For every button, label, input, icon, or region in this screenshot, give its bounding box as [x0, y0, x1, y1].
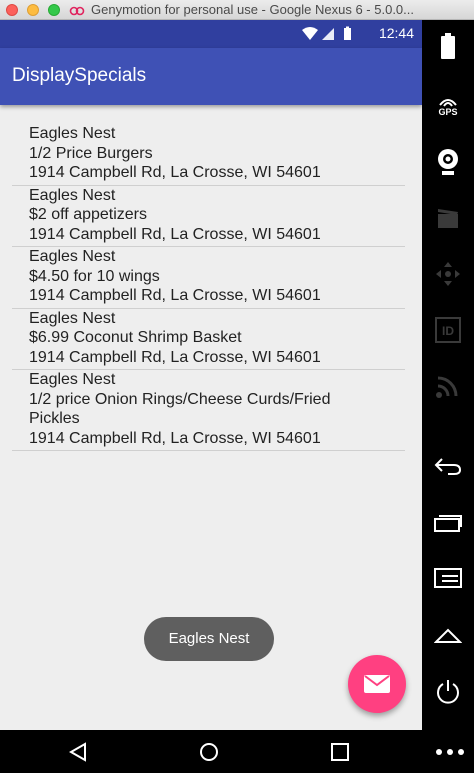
screencast-widget-button[interactable] — [422, 198, 474, 238]
back-triangle-icon — [69, 742, 86, 762]
home-icon — [434, 628, 462, 643]
nav-back-button[interactable] — [58, 737, 98, 767]
power-icon — [437, 680, 459, 704]
specials-list: Eagles Nest 1/2 Price Burgers 1914 Campb… — [12, 124, 405, 451]
list-item[interactable]: Eagles Nest $4.50 for 10 wings 1914 Camp… — [12, 247, 405, 309]
clapperboard-icon — [438, 209, 458, 228]
restaurant-address: 1914 Campbell Rd, La Crosse, WI 54601 — [29, 429, 321, 447]
more-options-button[interactable] — [430, 737, 470, 767]
app-title: DisplaySpecials — [12, 65, 147, 86]
genymotion-logo-icon — [69, 6, 85, 16]
home-button[interactable] — [422, 616, 474, 656]
home-circle-icon — [200, 743, 218, 761]
minimize-window-button[interactable] — [27, 4, 39, 16]
nav-home-button[interactable] — [189, 737, 229, 767]
recent-apps-icon — [434, 515, 462, 532]
back-button[interactable] — [422, 446, 474, 486]
power-button[interactable] — [422, 672, 474, 712]
restaurant-address: 1914 Campbell Rd, La Crosse, WI 54601 — [29, 225, 321, 243]
restaurant-name: Eagles Nest — [29, 125, 116, 142]
battery-icon — [441, 33, 455, 59]
window-title-bar: Genymotion for personal use - Google Nex… — [0, 0, 474, 20]
restaurant-name: Eagles Nest — [29, 371, 116, 388]
menu-icon — [434, 568, 462, 588]
emulator-toolbar: GPS ID — [422, 20, 474, 730]
restaurant-name: Eagles Nest — [29, 186, 116, 204]
remote-control-widget-button[interactable] — [422, 254, 474, 294]
svg-text:ID: ID — [442, 324, 454, 338]
restaurant-address: 1914 Campbell Rd, La Crosse, WI 54601 — [29, 164, 321, 181]
special-description: $6.99 Coconut Shrimp Basket — [29, 329, 242, 346]
toast-message: Eagles Nest — [144, 617, 274, 661]
list-item[interactable]: Eagles Nest 1/2 price Onion Rings/Cheese… — [12, 370, 405, 451]
device-screen: 12:44 DisplaySpecials Eagles Nest 1/2 Pr… — [0, 20, 422, 730]
cell-signal-icon — [322, 28, 334, 40]
list-item[interactable]: Eagles Nest $6.99 Coconut Shrimp Basket … — [12, 309, 405, 370]
status-icons — [302, 26, 351, 40]
list-item[interactable]: Eagles Nest $2 off appetizers 1914 Campb… — [12, 186, 405, 247]
window-title: Genymotion for personal use - Google Nex… — [91, 2, 415, 17]
maximize-window-button[interactable] — [48, 4, 60, 16]
list-item[interactable]: Eagles Nest 1/2 Price Burgers 1914 Campb… — [12, 124, 405, 186]
email-fab-button[interactable] — [348, 655, 406, 713]
restaurant-address: 1914 Campbell Rd, La Crosse, WI 54601 — [29, 287, 321, 304]
app-bar: DisplaySpecials — [0, 48, 422, 105]
battery-widget-button[interactable] — [422, 26, 474, 66]
status-time: 12:44 — [378, 25, 414, 41]
more-dots-icon — [436, 749, 464, 755]
recents-square-icon — [331, 743, 349, 761]
special-description: $4.50 for 10 wings — [29, 267, 160, 285]
webcam-icon — [438, 149, 458, 175]
battery-icon — [344, 26, 351, 40]
dpad-icon — [436, 262, 460, 286]
menu-button[interactable] — [422, 558, 474, 598]
gps-widget-button[interactable]: GPS — [422, 86, 474, 126]
special-description: $2 off appetizers — [29, 206, 148, 223]
back-arrow-icon — [434, 458, 462, 475]
restaurant-address: 1914 Campbell Rd, La Crosse, WI 54601 — [29, 348, 321, 366]
gps-icon — [439, 99, 457, 107]
restaurant-name: Eagles Nest — [29, 309, 116, 327]
nav-recents-button[interactable] — [320, 737, 360, 767]
rss-signal-icon — [436, 376, 458, 398]
special-description: 1/2 Price Burgers — [29, 144, 153, 162]
recent-apps-button[interactable] — [422, 502, 474, 542]
network-widget-button[interactable] — [422, 366, 474, 406]
navigation-bar — [0, 730, 474, 773]
restaurant-name: Eagles Nest — [29, 248, 116, 265]
status-bar: 12:44 — [0, 20, 422, 48]
email-icon — [364, 675, 390, 693]
close-window-button[interactable] — [6, 4, 18, 16]
identifiers-widget-button[interactable]: ID — [422, 310, 474, 350]
gps-label: GPS — [438, 107, 458, 117]
camera-widget-button[interactable] — [422, 142, 474, 182]
special-description-continued: Pickles — [29, 410, 80, 427]
special-description: 1/2 price Onion Rings/Cheese Curds/Fried — [29, 390, 331, 408]
wifi-icon — [302, 27, 318, 40]
id-card-icon: ID — [435, 317, 461, 343]
